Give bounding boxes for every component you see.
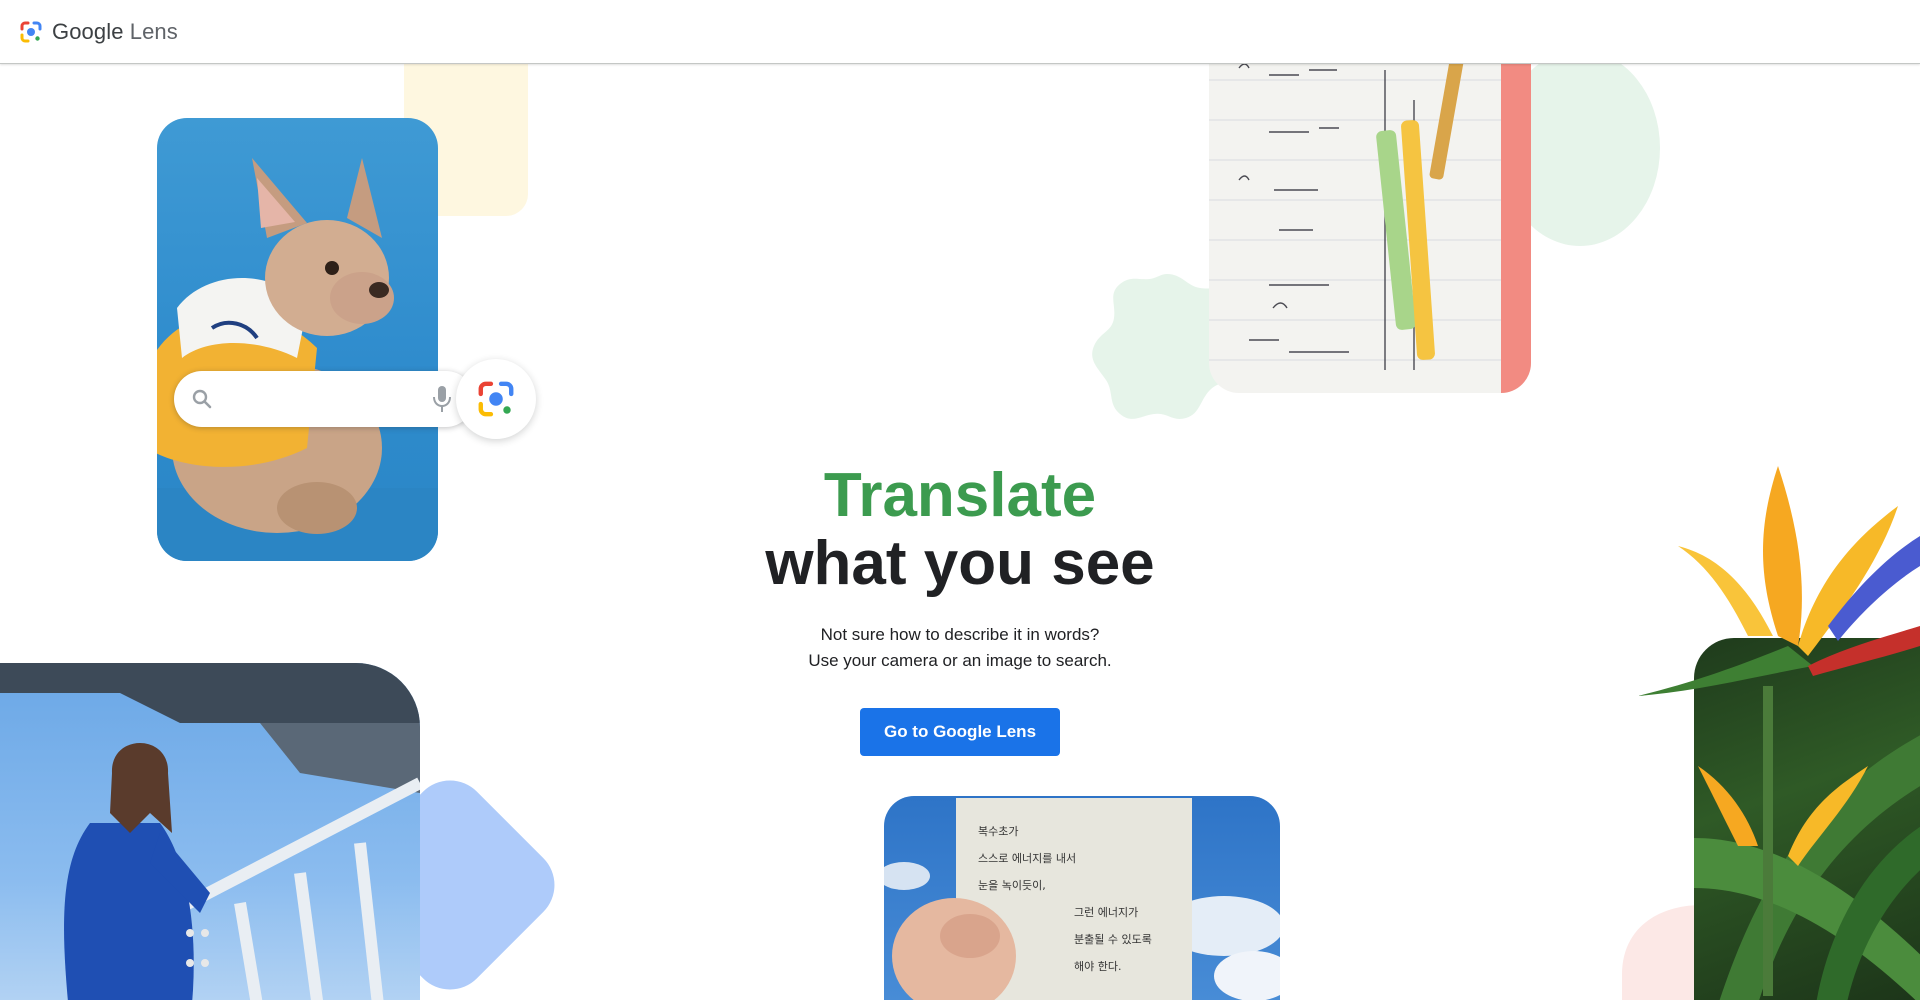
mic-icon[interactable] [432,385,452,413]
korean-note-photo-card: 복수초가 스스로 에너지를 내서 눈을 녹이듯이, 그런 에너지가 분출될 수 … [884,796,1280,1000]
woman-illustration [0,663,420,1000]
google-lens-icon [20,21,42,42]
lens-button[interactable] [456,359,536,439]
hero-section: Translate what you see Not sure how to d… [660,462,1260,756]
logo-brand: Google [52,18,124,44]
search-icon [192,389,212,409]
bird-of-paradise-flower [1638,466,1920,996]
hero-title-highlight: Translate [823,461,1097,530]
google-lens-logo[interactable]: Google Lens [18,19,178,45]
logo-product: Lens [129,18,178,44]
math-notes-photo-card [1209,40,1531,393]
note-line: 눈을 녹이듯이, [978,879,1046,892]
korean-note-text: 복수초가 스스로 에너지를 내서 눈을 녹이듯이, 그런 에너지가 분출될 수 … [978,818,1178,980]
search-bar[interactable] [174,371,474,427]
hero-subtitle-line-2: Use your camera or an image to search. [808,651,1112,670]
note-line: 복수초가 [978,825,1019,838]
note-line: 스스로 에너지를 내서 [978,852,1077,865]
dog-illustration [157,158,438,561]
go-to-google-lens-button[interactable]: Go to Google Lens [859,708,1061,756]
note-line: 분출될 수 있도록 [1074,933,1152,946]
google-lens-icon [478,381,514,417]
dog-photo-card [157,118,438,561]
top-bar: Google Lens [0,0,1920,64]
hero-subtitle-line-1: Not sure how to describe it in words? [820,625,1100,644]
hero-subtitle: Not sure how to describe it in words? Us… [660,622,1260,674]
note-line: 해야 한다. [1074,960,1122,973]
logo-text: Google Lens [52,19,178,45]
woman-photo-card [0,663,420,1000]
note-line: 그런 에너지가 [1074,906,1139,919]
math-notes-illustration [1209,40,1531,393]
hero-title: what you see [765,529,1155,598]
